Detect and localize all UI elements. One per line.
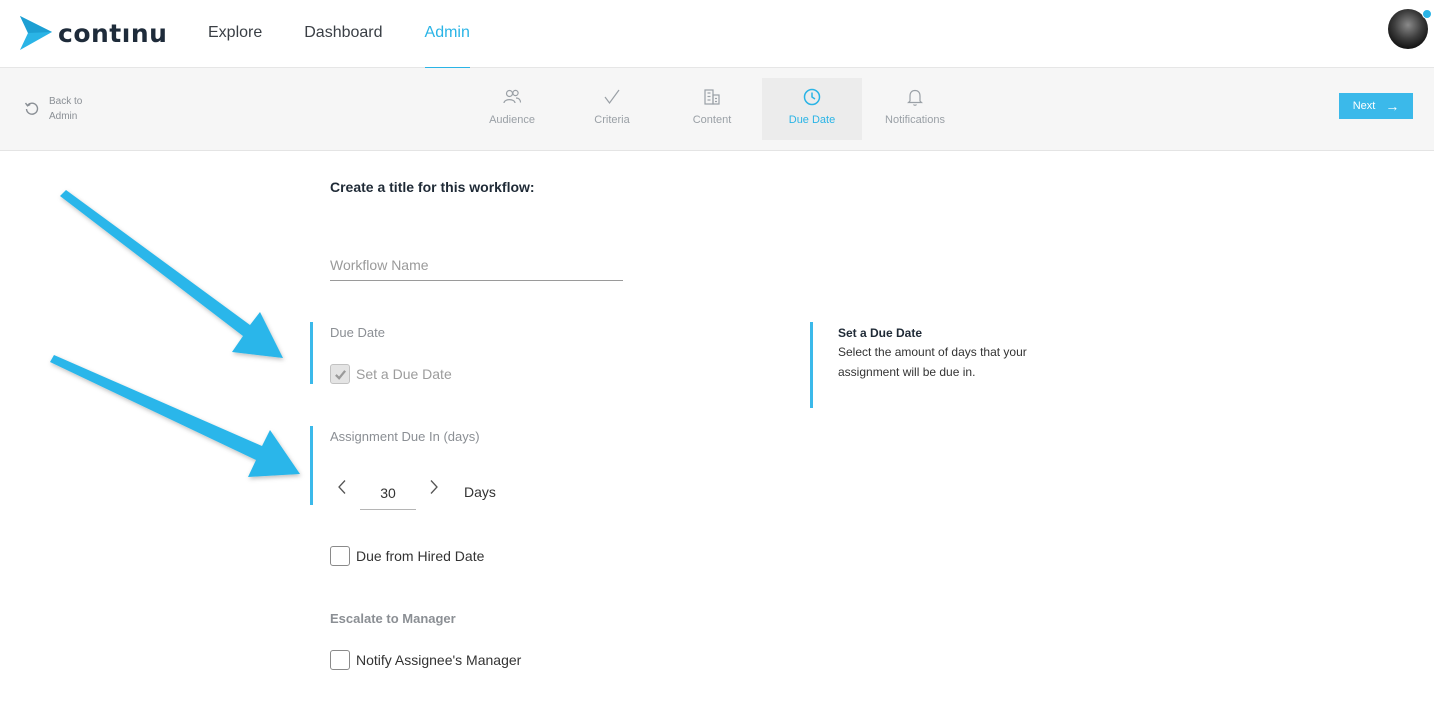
step-content[interactable]: Content — [662, 78, 762, 140]
decrement-days-button[interactable] — [330, 475, 354, 499]
assignment-due-section: Assignment Due In (days) Days — [310, 426, 610, 510]
nav-dashboard[interactable]: Dashboard — [304, 0, 382, 68]
back-to-admin-label: Back to Admin — [49, 96, 83, 122]
users-icon — [503, 89, 522, 104]
top-navbar: contınu Explore Dashboard Admin — [0, 0, 1434, 69]
step-due-date[interactable]: Due Date — [762, 78, 862, 140]
clock-icon — [803, 88, 821, 106]
undo-icon — [24, 102, 39, 115]
back-to-admin-button[interactable]: Back to Admin — [24, 94, 99, 124]
step-due-date-label: Due Date — [788, 114, 836, 126]
nav-admin[interactable]: Admin — [424, 0, 471, 69]
step-tabs: Audience Criteria Content Due Date Notif… — [462, 78, 968, 140]
step-notifications[interactable]: Notifications — [862, 78, 968, 140]
help-title: Set a Due Date — [838, 326, 923, 340]
due-from-hired-date-checkbox[interactable] — [330, 546, 350, 566]
notify-manager-row[interactable]: Notify Assignee's Manager — [330, 650, 521, 670]
due-from-hired-date-row[interactable]: Due from Hired Date — [330, 546, 484, 566]
main-nav: Explore Dashboard Admin — [208, 0, 512, 69]
help-panel: Set a Due Date Select the amount of days… — [810, 322, 1070, 408]
days-unit-label: Days — [464, 484, 496, 500]
arrow-right-icon: → — [1385, 98, 1400, 114]
bell-icon — [907, 89, 923, 106]
building-icon — [704, 89, 720, 105]
step-notifications-label: Notifications — [885, 114, 945, 126]
notify-manager-checkbox[interactable] — [330, 650, 350, 670]
annotation-arrow-1 — [60, 190, 283, 358]
logo-text: contınu — [58, 18, 168, 48]
workflow-name-input[interactable] — [330, 250, 623, 281]
step-criteria-label: Criteria — [594, 114, 630, 126]
nav-explore[interactable]: Explore — [208, 0, 262, 68]
step-audience[interactable]: Audience — [462, 78, 562, 140]
days-stepper: Days — [330, 464, 496, 510]
due-date-section: Due Date Set a Due Date — [310, 322, 610, 384]
help-body: Select the amount of days that your assi… — [838, 345, 1027, 379]
next-button[interactable]: Next → — [1339, 93, 1413, 119]
chevron-left-icon — [338, 480, 346, 494]
continu-logo[interactable]: contınu — [20, 16, 167, 50]
set-due-date-checkbox-row[interactable]: Set a Due Date — [330, 364, 452, 384]
escalate-to-manager-label: Escalate to Manager — [330, 611, 456, 626]
days-input[interactable] — [360, 476, 416, 510]
step-criteria[interactable]: Criteria — [562, 78, 662, 140]
due-from-hired-date-label: Due from Hired Date — [356, 548, 485, 564]
set-due-date-label: Set a Due Date — [356, 366, 452, 382]
step-content-label: Content — [692, 114, 732, 126]
notification-dot — [1422, 9, 1432, 19]
form-title: Create a title for this workflow: — [330, 179, 535, 195]
workflow-step-bar: Back to Admin Audience Criteria Content … — [0, 68, 1434, 151]
annotation-arrow-2 — [50, 355, 300, 477]
increment-days-button[interactable] — [422, 475, 446, 499]
set-due-date-checkbox[interactable] — [330, 364, 350, 384]
due-date-section-label: Due Date — [330, 325, 385, 340]
logo-mark-icon — [20, 16, 52, 50]
next-button-label: Next — [1352, 100, 1376, 112]
notify-manager-label: Notify Assignee's Manager — [356, 652, 522, 668]
chevron-right-icon — [430, 480, 438, 494]
checkmark-icon — [334, 369, 346, 380]
assignment-due-label: Assignment Due In (days) — [330, 429, 480, 444]
step-audience-label: Audience — [489, 114, 535, 126]
check-icon — [604, 89, 620, 105]
